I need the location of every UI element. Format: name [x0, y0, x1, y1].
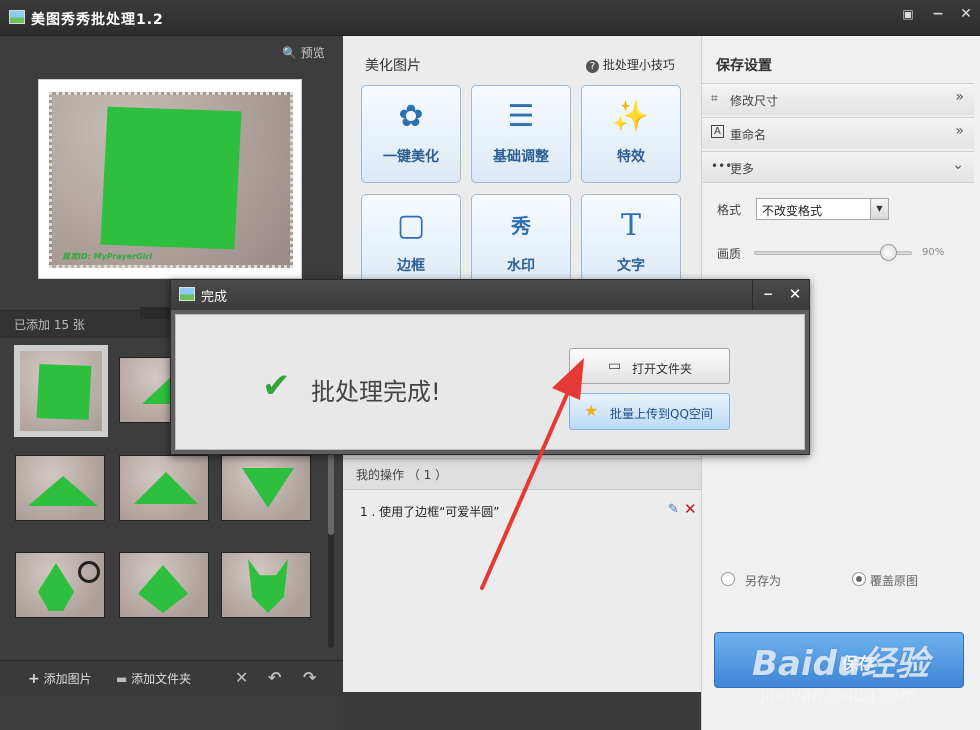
- edit-icon[interactable]: ✎: [668, 502, 679, 517]
- preview-watermark: 首发ID: MyPrayerGirl: [62, 252, 153, 261]
- format-label: 格式: [717, 203, 742, 217]
- add-image-label: 添加图片: [43, 672, 92, 686]
- add-image-button[interactable]: + 添加图片: [28, 670, 92, 687]
- checkmark-icon: ✔: [262, 366, 291, 406]
- rename-icon: A: [711, 125, 724, 138]
- tool-label: 文字: [617, 258, 645, 274]
- chevron-down-icon: ⌄: [952, 157, 964, 173]
- crop-icon: ⌗: [711, 91, 718, 105]
- collapse-toggle[interactable]: [140, 307, 174, 319]
- delete-icon[interactable]: ✕: [235, 668, 248, 687]
- tool-label: 基础调整: [493, 149, 549, 165]
- overwrite-radio[interactable]: [852, 572, 866, 586]
- folder-icon: ▬: [116, 672, 128, 686]
- dialog-app-icon: [179, 287, 195, 301]
- thumbnail[interactable]: [119, 455, 209, 521]
- magic-wand-icon: ✨: [612, 99, 650, 134]
- tool-watermark[interactable]: 秀 水印: [471, 194, 571, 292]
- quality-value: 90%: [922, 247, 945, 258]
- thumbnail[interactable]: [119, 552, 209, 618]
- save-as-radio[interactable]: [721, 572, 735, 586]
- thumbnail[interactable]: [221, 455, 311, 521]
- completion-message: 批处理完成!: [311, 378, 441, 406]
- baidu-logo: Baidu经验: [752, 644, 930, 684]
- add-folder-button[interactable]: ▬ 添加文件夹: [116, 670, 191, 687]
- save-settings-title: 保存设置: [716, 58, 772, 74]
- chat-icon[interactable]: ▣: [893, 0, 923, 30]
- frame-icon: ▢: [396, 208, 426, 243]
- preview-button[interactable]: 🔍 预览: [282, 44, 325, 61]
- overwrite-label: 覆盖原图: [870, 574, 919, 588]
- thumbnail[interactable]: [15, 455, 105, 521]
- thumbnail-selected[interactable]: [14, 345, 108, 437]
- tool-one-click-beautify[interactable]: ✿ 一键美化: [361, 85, 461, 183]
- accordion-label: 修改尺寸: [730, 94, 779, 108]
- tulip-icon: ✿: [398, 99, 424, 134]
- watermark-icon: 秀: [511, 214, 531, 238]
- chevron-right-icon: »: [955, 123, 964, 139]
- folder-icon: ▭: [608, 358, 622, 374]
- thumbnail[interactable]: [221, 552, 311, 618]
- tips-link[interactable]: ? 批处理小技巧: [586, 56, 675, 73]
- rotate-right-icon[interactable]: ↷: [303, 668, 316, 687]
- dialog-divider: [752, 280, 753, 310]
- rotate-left-icon[interactable]: ↶: [268, 668, 281, 687]
- accordion-label: 更多: [730, 162, 755, 176]
- quality-slider-knob[interactable]: [880, 244, 897, 261]
- save-as-label: 另存为: [745, 574, 782, 588]
- plus-icon: +: [28, 671, 40, 687]
- format-value: 不改变格式: [762, 204, 823, 218]
- chevron-right-icon: »: [955, 89, 964, 105]
- accordion-rename[interactable]: A 重命名 »: [702, 117, 974, 149]
- accordion-label: 重命名: [730, 128, 767, 142]
- dialog-title-bar: [171, 280, 809, 310]
- tips-label: 批处理小技巧: [602, 58, 675, 72]
- delete-op-icon[interactable]: ✕: [684, 500, 697, 518]
- ops-title: 我的操作 （ 1 ）: [356, 468, 448, 482]
- sliders-icon: ☰: [507, 99, 535, 134]
- text-icon: T: [620, 208, 641, 243]
- dialog-close-button[interactable]: ✕: [782, 280, 808, 310]
- upload-qq-label: 批量上传到QQ空间: [610, 407, 713, 421]
- tool-label: 边框: [397, 258, 425, 274]
- question-icon: ?: [586, 60, 599, 73]
- baidu-url: jingyan.baidu.com: [760, 686, 917, 706]
- add-folder-label: 添加文件夹: [131, 672, 192, 686]
- minimize-button[interactable]: −: [923, 0, 953, 30]
- open-folder-button[interactable]: ▭ 打开文件夹: [569, 348, 730, 384]
- preview-frame: 首发ID: MyPrayerGirl: [38, 79, 302, 279]
- thumbnail[interactable]: [15, 552, 105, 618]
- tool-basic-adjust[interactable]: ☰ 基础调整: [471, 85, 571, 183]
- upload-qq-button[interactable]: ★ 批量上传到QQ空间: [569, 393, 730, 430]
- dropdown-arrow-icon[interactable]: ▼: [870, 199, 888, 219]
- preview-image: 首发ID: MyPrayerGirl: [49, 92, 293, 268]
- quality-label: 画质: [717, 247, 742, 261]
- ops-item: 1 . 使用了边框“可爱半圆”: [360, 505, 500, 519]
- app-icon: [9, 10, 25, 24]
- open-folder-label: 打开文件夹: [632, 362, 693, 376]
- dialog-title: 完成: [201, 290, 228, 305]
- close-button[interactable]: ✕: [951, 0, 980, 30]
- tool-label: 特效: [617, 149, 645, 165]
- tool-border[interactable]: ▢ 边框: [361, 194, 461, 292]
- accordion-more[interactable]: ••• 更多 ⌄: [702, 151, 974, 183]
- green-paper: [100, 106, 242, 250]
- star-icon: ★: [584, 401, 599, 420]
- tool-text[interactable]: T 文字: [581, 194, 681, 292]
- added-count: 已添加 15 张: [14, 318, 85, 332]
- tool-effects[interactable]: ✨ 特效: [581, 85, 681, 183]
- tool-label: 一键美化: [383, 149, 439, 165]
- dialog-minimize-button[interactable]: −: [756, 280, 780, 310]
- beautify-title: 美化图片: [365, 58, 421, 74]
- tool-label: 水印: [507, 258, 535, 274]
- app-title: 美图秀秀批处理1.2: [31, 12, 164, 28]
- preview-label: 预览: [300, 46, 325, 60]
- accordion-resize[interactable]: ⌗ 修改尺寸 »: [702, 83, 974, 115]
- preview-icon: 🔍: [282, 46, 297, 60]
